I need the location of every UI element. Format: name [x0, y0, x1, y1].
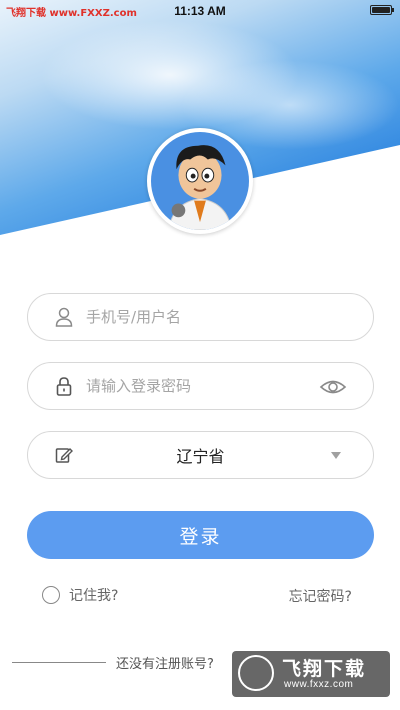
remember-me[interactable]: 记住我?	[42, 585, 118, 605]
lock-icon	[52, 374, 76, 398]
login-button[interactable]: 登录	[27, 511, 374, 559]
watermark-logo-icon	[238, 655, 274, 691]
status-time: 11:13 AM	[174, 4, 226, 18]
eye-icon[interactable]	[319, 375, 347, 399]
cartoon-avatar-icon	[151, 132, 249, 230]
province-value: 辽宁省	[176, 447, 225, 466]
user-icon	[52, 305, 76, 329]
watermark-top: 飞翔下载 www.FXXZ.com	[6, 8, 137, 19]
register-link[interactable]: 还没有注册账号?	[116, 653, 214, 672]
username-field[interactable]	[27, 293, 374, 341]
dropdown-caret-icon[interactable]	[331, 452, 341, 459]
watermark-url: www.fxxz.com	[284, 679, 354, 690]
avatar	[147, 128, 253, 234]
username-input[interactable]	[86, 308, 306, 326]
password-input[interactable]	[86, 377, 306, 395]
watermark-title: 飞翔下载	[282, 658, 367, 680]
password-field[interactable]	[27, 362, 374, 410]
province-select[interactable]: 辽宁省	[27, 431, 374, 479]
forgot-password-link[interactable]: 忘记密码?	[289, 586, 352, 606]
battery-icon	[370, 5, 394, 15]
watermark-bottom: 飞翔下载 www.fxxz.com	[232, 651, 390, 697]
divider	[12, 662, 106, 663]
remember-label: 记住我?	[69, 588, 119, 604]
remember-radio[interactable]	[42, 586, 60, 604]
